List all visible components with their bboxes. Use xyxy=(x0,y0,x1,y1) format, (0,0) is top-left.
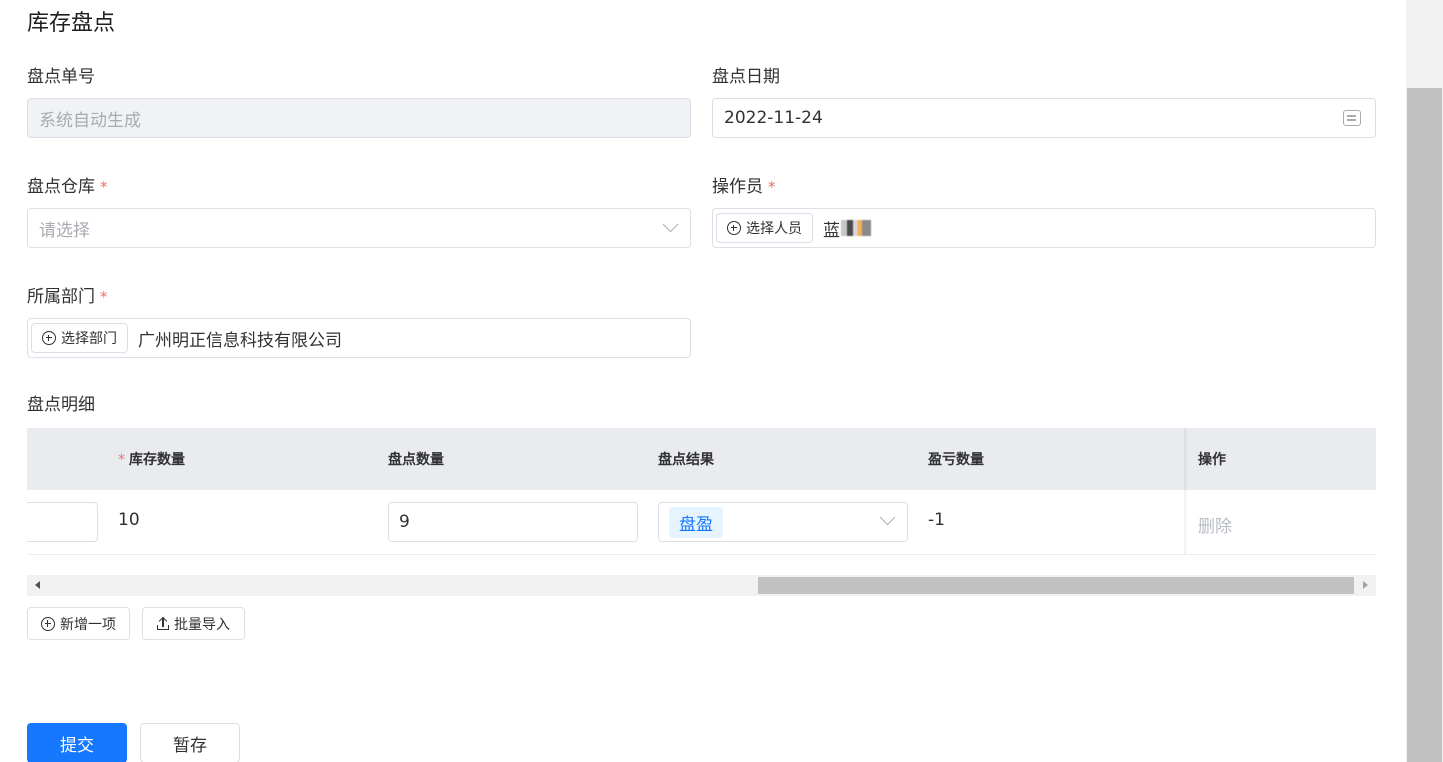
select-department-button[interactable]: 选择部门 xyxy=(31,323,128,353)
plus-circle-icon xyxy=(42,331,56,345)
submit-button[interactable]: 提交 xyxy=(27,723,127,762)
upload-icon xyxy=(157,616,169,630)
department-label: 所属部门 * xyxy=(27,282,108,307)
table-row: 10 9 盘盈 -1 删除 xyxy=(27,490,1376,555)
warehouse-select[interactable]: 请选择 xyxy=(27,208,691,248)
department-value: 广州明正信息科技有限公司 xyxy=(138,330,342,351)
required-mark: * xyxy=(100,288,108,306)
delete-row-link[interactable]: 删除 xyxy=(1198,512,1232,537)
column-header-stock-qty-text: 库存数量 xyxy=(129,452,185,468)
scroll-right-arrow-icon[interactable] xyxy=(1363,581,1368,589)
select-person-button[interactable]: 选择人员 xyxy=(716,213,813,243)
warehouse-label: 盘点仓库 * xyxy=(27,172,108,197)
add-item-button[interactable]: 新增一项 xyxy=(27,607,130,640)
scrollbar-thumb[interactable] xyxy=(758,577,1354,594)
previous-column-input[interactable] xyxy=(27,502,98,542)
required-mark: * xyxy=(118,452,125,468)
page-title: 库存盘点 xyxy=(27,11,116,36)
result-select[interactable]: 盘盈 xyxy=(658,502,908,542)
operator-value: 蓝 xyxy=(823,220,840,241)
operator-label: 操作员 * xyxy=(712,172,776,197)
chevron-down-icon xyxy=(879,509,896,526)
order-no-label-text: 盘点单号 xyxy=(27,67,95,87)
detail-section-title: 盘点明细 xyxy=(27,395,95,415)
warehouse-label-text: 盘点仓库 xyxy=(27,177,95,197)
scroll-left-arrow-icon[interactable] xyxy=(35,581,40,589)
fixed-column-shadow xyxy=(1184,428,1188,555)
detail-table: * 库存数量 盘点数量 盘点结果 盈亏数量 操作 10 9 盘盈 -1 删除 xyxy=(27,428,1376,555)
chevron-down-icon xyxy=(662,216,679,233)
select-department-label: 选择部门 xyxy=(61,331,117,347)
required-mark: * xyxy=(768,178,776,196)
count-qty-input[interactable]: 9 xyxy=(388,502,638,542)
batch-import-label: 批量导入 xyxy=(174,616,230,633)
plus-circle-icon xyxy=(727,221,741,235)
add-item-label: 新增一项 xyxy=(60,616,116,633)
table-header: * 库存数量 盘点数量 盘点结果 盈亏数量 操作 xyxy=(27,428,1376,490)
select-person-label: 选择人员 xyxy=(746,221,802,237)
column-header-count-qty: 盘点数量 xyxy=(388,452,444,468)
stock-qty-cell: 10 xyxy=(118,510,140,530)
order-no-input: 系统自动生成 xyxy=(27,98,691,138)
table-horizontal-scrollbar[interactable] xyxy=(27,575,1376,596)
order-no-placeholder: 系统自动生成 xyxy=(39,110,141,131)
plus-circle-icon xyxy=(41,616,55,631)
warehouse-placeholder: 请选择 xyxy=(39,220,90,241)
column-header-action: 操作 xyxy=(1198,452,1226,468)
department-label-text: 所属部门 xyxy=(27,287,95,307)
date-picker-input[interactable]: 2022-11-24 xyxy=(712,98,1376,138)
operator-label-text: 操作员 xyxy=(712,177,763,197)
date-label: 盘点日期 xyxy=(712,62,780,87)
save-draft-button[interactable]: 暂存 xyxy=(140,723,240,762)
count-qty-value: 9 xyxy=(399,512,410,532)
column-header-result: 盘点结果 xyxy=(658,452,714,468)
date-value: 2022-11-24 xyxy=(724,108,823,128)
page-scrollbar-thumb[interactable] xyxy=(1407,88,1442,762)
operator-field: 选择人员 蓝 xyxy=(712,208,1376,248)
batch-import-button[interactable]: 批量导入 xyxy=(142,607,245,640)
department-field: 选择部门 广州明正信息科技有限公司 xyxy=(27,318,691,358)
calendar-icon[interactable] xyxy=(1343,110,1361,126)
order-no-label: 盘点单号 xyxy=(27,62,95,87)
page-vertical-scrollbar[interactable] xyxy=(1406,0,1443,762)
result-tag: 盘盈 xyxy=(669,506,723,538)
date-label-text: 盘点日期 xyxy=(712,67,780,87)
required-mark: * xyxy=(100,178,108,196)
column-header-diff-qty: 盈亏数量 xyxy=(928,452,984,468)
redacted-name-blur xyxy=(841,220,871,236)
diff-qty-cell: -1 xyxy=(928,510,945,530)
column-header-stock-qty: * 库存数量 xyxy=(118,449,185,469)
